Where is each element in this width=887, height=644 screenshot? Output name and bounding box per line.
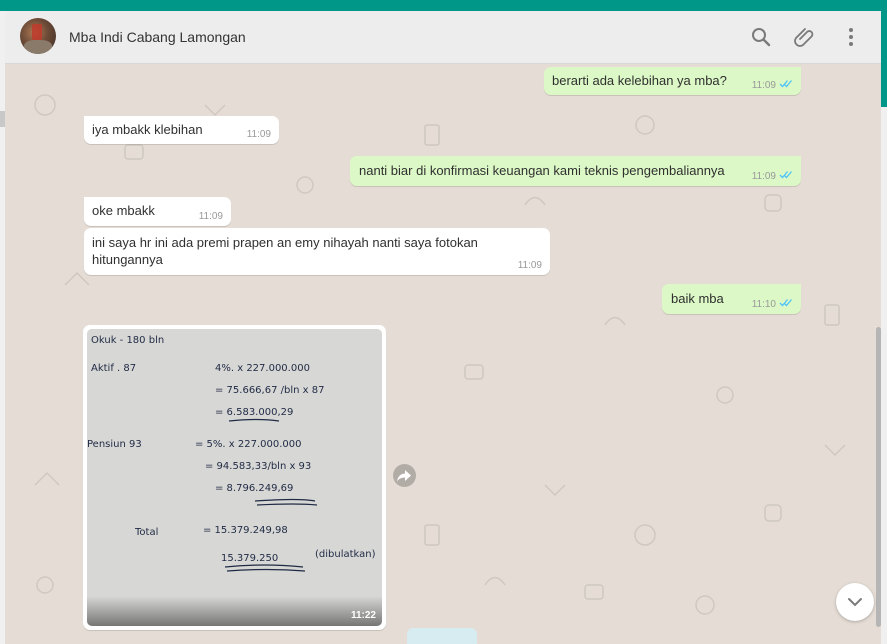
chat-window: Mba Indi Cabang Lamongan berarti ada kel… (5, 11, 881, 644)
avatar-figure (24, 40, 52, 54)
right-edge (881, 11, 887, 644)
note-line: Total (134, 527, 158, 538)
search-icon[interactable] (749, 25, 773, 49)
chevron-down-icon (848, 598, 862, 607)
paperclip-icon[interactable] (793, 25, 817, 49)
message-time-text: 11:09 (751, 80, 776, 91)
note-line: = 6.583.000,29 (215, 407, 293, 418)
message-bubble-outgoing[interactable]: baik mba 11:10 (662, 284, 801, 314)
photo-attachment[interactable]: Okuk - 180 bln Aktif . 87 4%. x 227.000.… (87, 329, 382, 626)
forward-icon[interactable] (393, 464, 416, 487)
message-time-text: 11:10 (751, 299, 776, 310)
right-edge-accent (881, 11, 887, 107)
message-bubble-incoming[interactable]: ini saya hr ini ada premi prapen an emy … (84, 228, 550, 275)
message-time: 11:09 (246, 129, 271, 140)
message-time: 11:10 (752, 298, 793, 311)
message-text: baik mba (671, 291, 724, 306)
message-bubble-incoming[interactable]: iya mbakk klebihan 11:09 (84, 116, 279, 144)
note-line: = 94.583,33/bln x 93 (205, 461, 311, 472)
more-vertical-icon[interactable] (839, 25, 863, 49)
note-line: Pensiun 93 (87, 439, 142, 450)
photo-time: 11:22 (350, 610, 376, 621)
note-line: 4%. x 227.000.000 (215, 363, 310, 374)
photo-time-overlay (87, 596, 382, 626)
scroll-down-button[interactable] (836, 583, 874, 621)
note-line: Okuk - 180 bln (91, 335, 164, 346)
chat-header: Mba Indi Cabang Lamongan (5, 11, 881, 64)
note-line: Aktif . 87 (91, 363, 136, 374)
message-time: 11:09 (517, 260, 542, 271)
note-line: (dibulatkan) (315, 549, 376, 560)
note-line: = 5%. x 227.000.000 (195, 439, 302, 450)
message-text: nanti biar di konfirmasi keuangan kami t… (359, 163, 725, 178)
message-text: oke mbakk (92, 203, 155, 218)
avatar-detail (32, 24, 42, 40)
read-receipt-icon (779, 79, 793, 92)
avatar[interactable] (20, 18, 56, 54)
unread-indicator (407, 628, 477, 644)
message-bubble-image[interactable]: Okuk - 180 bln Aktif . 87 4%. x 227.000.… (83, 325, 386, 630)
read-receipt-icon (779, 170, 793, 183)
message-text: iya mbakk klebihan (92, 122, 203, 137)
handwritten-calculation-photo: Okuk - 180 bln Aktif . 87 4%. x 227.000.… (87, 329, 382, 626)
read-receipt-icon (779, 298, 793, 311)
message-time: 11:09 (752, 170, 793, 183)
message-bubble-outgoing[interactable]: berarti ada kelebihan ya mba? 11:09 (544, 67, 801, 95)
top-accent-bar (0, 0, 887, 11)
contact-name[interactable]: Mba Indi Cabang Lamongan (69, 29, 246, 45)
message-text: berarti ada kelebihan ya mba? (552, 73, 727, 88)
note-line: 15.379.250 (221, 553, 278, 564)
message-time-text: 11:09 (751, 171, 776, 182)
message-list[interactable]: berarti ada kelebihan ya mba? 11:09 iya … (5, 65, 881, 644)
message-time: 11:09 (752, 79, 793, 92)
scrollbar[interactable] (876, 327, 881, 627)
note-line: = 8.796.249,69 (215, 483, 293, 494)
message-bubble-outgoing[interactable]: nanti biar di konfirmasi keuangan kami t… (350, 156, 801, 186)
message-bubble-incoming[interactable]: oke mbakk 11:09 (84, 197, 231, 226)
note-line: = 15.379.249,98 (203, 525, 288, 536)
message-text: ini saya hr ini ada premi prapen an emy … (92, 235, 478, 267)
message-time: 11:09 (198, 211, 223, 222)
note-line: = 75.666,67 /bln x 87 (215, 385, 324, 396)
